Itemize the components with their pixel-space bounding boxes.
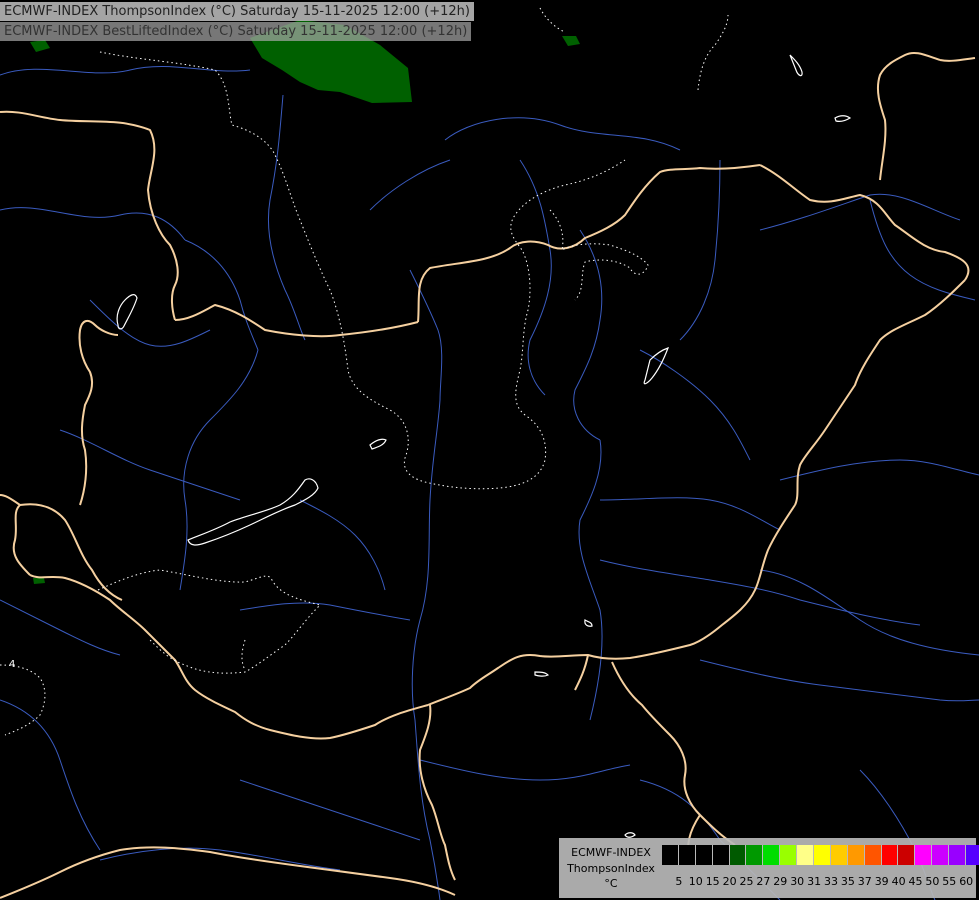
legend-swatch (814, 845, 831, 865)
legend-tick: 40 (891, 875, 906, 888)
legend-tick: 25 (739, 875, 754, 888)
legend-tick: 33 (824, 875, 838, 888)
legend-parameter-label: ThompsonIndex (567, 862, 655, 875)
legend-tick: 39 (874, 875, 889, 888)
legend-tick: 20 (722, 875, 737, 888)
legend-tick: 35 (840, 875, 855, 888)
map-title-best-lifted-index: ECMWF-INDEX BestLiftedIndex (°C) Saturda… (0, 22, 472, 41)
legend-swatch (695, 845, 713, 865)
legend-swatch (780, 845, 798, 865)
legend-swatch (949, 845, 967, 865)
legend-model-label: ECMWF-INDEX (571, 846, 651, 859)
legend-swatch (864, 845, 882, 865)
legend-tick: 60 (959, 875, 974, 888)
legend-tick: 10 (688, 875, 703, 888)
legend-tick: 45 (908, 875, 923, 888)
legend-swatch (932, 845, 950, 865)
legend-swatch (915, 845, 933, 865)
legend-tick: 27 (756, 875, 771, 888)
color-legend: ECMWF-INDEX ThompsonIndex °C 5 10 15 20 25 27… (559, 838, 979, 898)
legend-swatch (847, 845, 865, 865)
legend-tick: 15 (705, 875, 720, 888)
weather-map: 4 (0, 0, 979, 900)
legend-unit-label: °C (604, 877, 618, 890)
legend-swatch (678, 845, 696, 865)
contour-label: 4 (9, 659, 15, 670)
legend-swatch (763, 845, 781, 865)
legend-swatch (712, 845, 730, 865)
legend-swatch (830, 845, 848, 865)
legend-tick: 29 (773, 875, 788, 888)
legend-tick: 30 (790, 875, 805, 888)
legend-tick: 55 (942, 875, 957, 888)
legend-color-bar (662, 845, 979, 865)
legend-tick: 50 (925, 875, 940, 888)
map-background (0, 0, 979, 900)
legend-swatch (746, 845, 764, 865)
legend-swatch (881, 845, 899, 865)
legend-tick: 5 (675, 875, 683, 888)
legend-swatch (898, 845, 916, 865)
map-title-thompson-index: ECMWF-INDEX ThompsonIndex (°C) Saturday … (0, 2, 474, 21)
legend-swatch (797, 845, 815, 865)
legend-swatch (662, 845, 679, 865)
legend-tick: 31 (807, 875, 822, 888)
legend-tick-labels: 5 10 15 20 25 27 29 30 31 33 35 37 39 40 45 50 55 60 (662, 875, 974, 889)
legend-tick: 37 (857, 875, 872, 888)
legend-swatch (966, 845, 979, 865)
legend-swatch (729, 845, 747, 865)
